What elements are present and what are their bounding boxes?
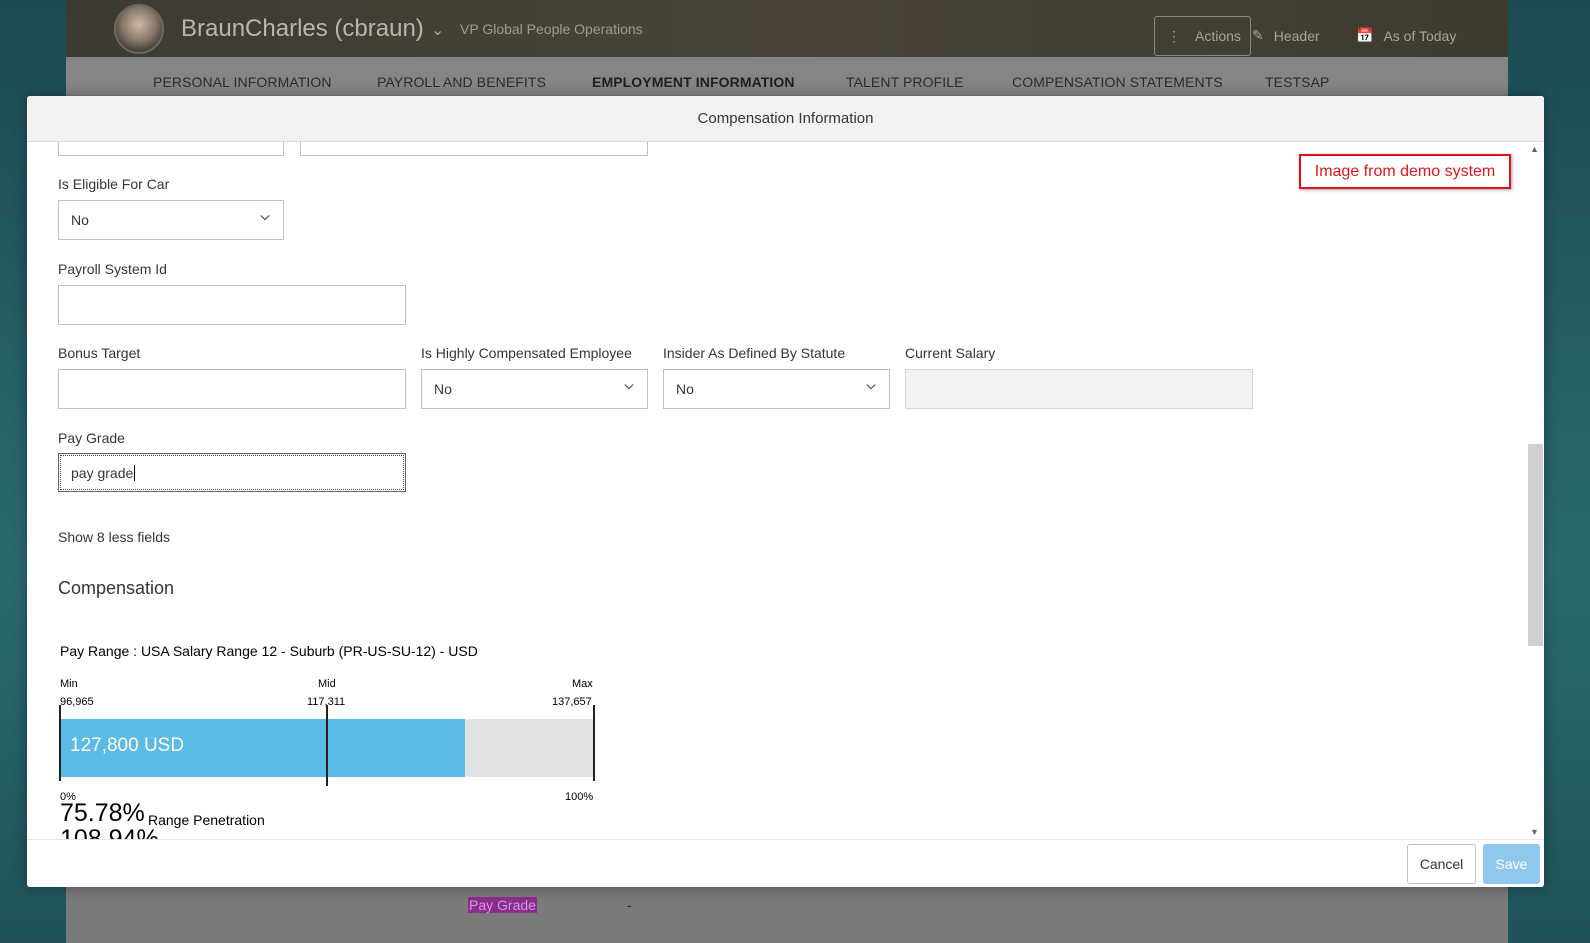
avatar [114,4,164,54]
calendar-icon: 📅 [1356,27,1374,43]
pay-grade-value: pay grade [71,464,134,481]
pay-grade-highlight: Pay Grade [468,897,537,913]
highly-compensated-value: No [434,381,452,397]
pay-grade-value: - [627,897,632,913]
chevron-down-icon[interactable]: ⌄ [431,20,444,40]
chevron-down-icon [624,384,634,390]
mid-marker [326,705,328,786]
actions-label: Actions [1195,28,1241,44]
tab-talent-profile[interactable]: TALENT PROFILE [846,74,964,90]
save-button[interactable]: Save [1483,844,1540,884]
pencil-icon: ✎ [1252,27,1264,43]
payroll-system-id-input[interactable] [58,285,406,325]
more-vertical-icon: ⋮ [1167,28,1181,44]
insider-value: No [676,381,694,397]
employee-role: VP Global People Operations [460,21,643,37]
eligible-car-value: No [71,212,89,228]
bonus-target-input[interactable] [58,369,406,409]
eligible-car-select[interactable]: No [58,200,284,240]
payroll-system-id-label: Payroll System Id [58,261,167,277]
demo-system-note: Image from demo system [1299,154,1511,189]
max-label: Max [572,678,593,690]
tab-personal-information[interactable]: PERSONAL INFORMATION [153,74,332,90]
pay-range-title: Pay Range : USA Salary Range 12 - Suburb… [60,643,478,659]
chevron-down-icon [260,215,270,221]
compensation-section-title: Compensation [58,578,175,598]
profile-tabs: PERSONAL INFORMATION PAYROLL AND BENEFIT… [66,57,1508,95]
highly-compensated-select[interactable]: No [421,369,648,409]
compensation-dialog: Compensation Information Image from demo… [27,96,1544,887]
tab-testsap[interactable]: TESTSAP [1265,74,1330,90]
bonus-target-label: Bonus Target [58,345,141,361]
profile-header: BraunCharles (cbraun) ⌄ VP Global People… [66,0,1508,57]
mid-label: Mid [318,678,336,690]
chevron-down-icon [866,384,876,390]
scroll-down-icon[interactable]: ▼ [1530,827,1539,837]
dialog-title: Compensation Information [697,110,874,127]
min-label: Min [60,678,78,690]
partial-field-2[interactable] [300,142,648,156]
compa-ratio-value: 108.94% [60,825,159,839]
partial-field-1[interactable] [58,142,284,156]
highly-compensated-label: Is Highly Compensated Employee [421,345,632,361]
dialog-footer: Cancel Save [27,839,1544,887]
pay-grade-input[interactable]: pay grade [58,453,406,492]
show-less-fields-link[interactable]: Show 8 less fields [58,529,170,545]
pct-end-label: 100% [565,791,594,803]
tab-compensation-statements[interactable]: COMPENSATION STATEMENTS [1012,74,1223,90]
range-penetration-label: Range Penetration [148,812,265,828]
as-of-today-button[interactable]: 📅 As of Today [1356,27,1456,44]
scroll-up-icon[interactable]: ▲ [1530,144,1539,154]
cancel-button[interactable]: Cancel [1407,844,1476,884]
max-marker [593,705,595,781]
insider-label: Insider As Defined By Statute [663,345,846,361]
text-cursor [134,464,136,481]
scroll-thumb[interactable] [1528,444,1543,646]
insider-select[interactable]: No [663,369,890,409]
min-marker [59,705,61,781]
dialog-body: Image from demo system Is Eligible For C… [27,142,1527,839]
max-value: 137,657 [552,696,592,708]
actions-button[interactable]: ⋮ Actions [1154,16,1251,56]
pay-grade-label: Pay Grade [58,430,125,446]
employee-name[interactable]: BraunCharles (cbraun) [181,15,424,43]
as-of-label: As of Today [1383,27,1457,44]
tab-employment-information[interactable]: EMPLOYMENT INFORMATION [592,74,795,90]
current-salary-field [905,369,1253,409]
eligible-car-label: Is Eligible For Car [58,176,170,192]
current-salary-amount: 127,800 USD [70,735,185,756]
tab-payroll-and-benefits[interactable]: PAYROLL AND BENEFITS [377,74,546,90]
header-label: Header [1273,27,1320,44]
header-button[interactable]: ✎ Header [1252,27,1320,44]
dialog-header: Compensation Information [27,96,1544,142]
min-value: 96,965 [60,696,94,708]
current-salary-label: Current Salary [905,345,996,361]
range-penetration-value: 75.78% [60,799,145,827]
dialog-scrollbar[interactable]: ▲ ▼ [1527,142,1544,839]
